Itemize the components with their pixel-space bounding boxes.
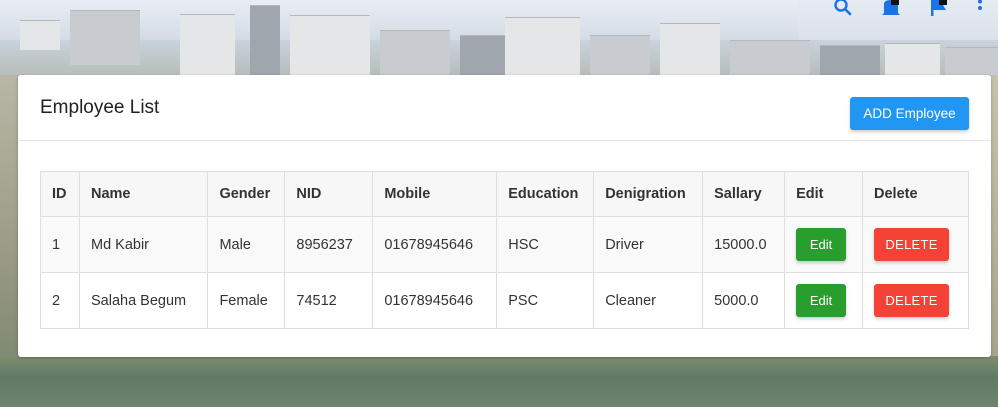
cell-delete: DELETE <box>862 216 969 273</box>
cell-salary: 15000.0 <box>702 216 786 273</box>
card-header: Employee List ADD Employee <box>18 75 991 141</box>
delete-button[interactable]: DELETE <box>874 228 950 261</box>
top-toolbar <box>798 0 998 40</box>
cell-education: PSC <box>496 272 595 329</box>
employee-table: ID Name Gender NID Mobile Education Deni… <box>40 171 969 329</box>
employee-list-card: Employee List ADD Employee ID Name Gende… <box>18 75 991 357</box>
flag-icon[interactable] <box>928 0 950 18</box>
cell-gender: Female <box>207 272 286 329</box>
cell-delete: DELETE <box>862 272 969 329</box>
cell-id: 1 <box>40 216 80 273</box>
cell-nid: 74512 <box>284 272 374 329</box>
column-header-nid: NID <box>284 171 374 217</box>
cell-education: HSC <box>496 216 595 273</box>
column-header-name: Name <box>78 171 209 217</box>
cell-designation: Cleaner <box>593 272 704 329</box>
edit-button[interactable]: Edit <box>796 284 847 317</box>
column-header-mobile: Mobile <box>372 171 498 217</box>
column-header-designation: Denigration <box>593 171 704 217</box>
more-vert-icon[interactable] <box>974 0 986 18</box>
cell-id: 2 <box>40 272 80 329</box>
delete-button[interactable]: DELETE <box>874 284 950 317</box>
cell-edit: Edit <box>784 216 864 273</box>
cell-name: Salaha Begum <box>78 272 209 329</box>
cell-edit: Edit <box>784 272 864 329</box>
search-icon[interactable] <box>832 0 854 18</box>
page-title: Employee List <box>40 97 160 118</box>
cell-mobile: 01678945646 <box>372 216 498 273</box>
cell-nid: 8956237 <box>284 216 374 273</box>
column-header-gender: Gender <box>207 171 286 217</box>
cell-mobile: 01678945646 <box>372 272 498 329</box>
column-header-salary: Sallary <box>702 171 786 217</box>
add-employee-button[interactable]: ADD Employee <box>850 97 969 130</box>
edit-button[interactable]: Edit <box>796 228 847 261</box>
column-header-education: Education <box>496 171 595 217</box>
cell-gender: Male <box>207 216 286 273</box>
table-row: 1 Md Kabir Male 8956237 01678945646 HSC … <box>40 216 969 273</box>
column-header-delete: Delete <box>862 171 969 217</box>
table-header-row: ID Name Gender NID Mobile Education Deni… <box>40 171 969 217</box>
cell-designation: Driver <box>593 216 704 273</box>
column-header-edit: Edit <box>784 171 864 217</box>
bell-icon[interactable] <box>880 0 902 18</box>
cell-name: Md Kabir <box>78 216 209 273</box>
cell-salary: 5000.0 <box>702 272 786 329</box>
column-header-id: ID <box>40 171 80 217</box>
table-row: 2 Salaha Begum Female 74512 01678945646 … <box>40 272 969 329</box>
